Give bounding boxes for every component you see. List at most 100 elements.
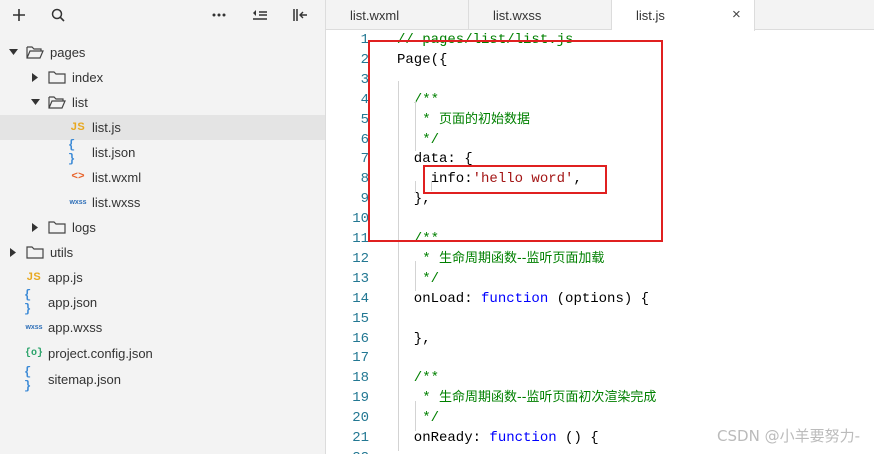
tab-list-wxml[interactable]: list.wxml bbox=[326, 0, 469, 30]
tree-item-label: app.js bbox=[48, 270, 83, 285]
tree-item-app-json[interactable]: { } app.json bbox=[0, 288, 325, 316]
code-line[interactable]: // pages/list/list.js bbox=[397, 31, 573, 50]
code-token: * bbox=[397, 111, 440, 128]
json-file-icon: { } bbox=[24, 365, 32, 393]
folder-icon bbox=[26, 245, 44, 259]
folder-open-icon bbox=[26, 45, 44, 59]
code-line[interactable]: data: { bbox=[397, 149, 473, 169]
code-token: */ bbox=[397, 410, 440, 427]
tree-item-label: list.json bbox=[92, 145, 136, 160]
folder-icon bbox=[48, 70, 66, 84]
watermark: CSDN @小羊要努力- bbox=[717, 427, 860, 445]
line-number: 17 bbox=[352, 350, 369, 367]
indent-guide bbox=[431, 181, 432, 191]
chevron-right-icon[interactable] bbox=[8, 247, 18, 257]
code-line[interactable]: /** bbox=[397, 229, 439, 249]
code-token: */ bbox=[397, 131, 440, 148]
code-token: (options) { bbox=[548, 290, 650, 307]
tab-list-js[interactable]: list.js × bbox=[612, 0, 755, 31]
split-icon[interactable] bbox=[289, 5, 311, 25]
code-token: 生命周期函数--监听页面加载 bbox=[439, 250, 605, 266]
code-token: , bbox=[573, 171, 582, 188]
line-number: 1 bbox=[360, 32, 369, 48]
code-line[interactable]: * 页面的初始数据 bbox=[397, 110, 530, 130]
tab-label: list.js bbox=[636, 8, 665, 23]
code-token: 生命周期函数--监听页面初次渲染完成 bbox=[439, 390, 657, 406]
code-line[interactable]: info:'hello word', bbox=[397, 169, 582, 189]
tree-item-list-wxml[interactable]: <> list.wxml bbox=[0, 165, 325, 190]
code-line[interactable]: /** bbox=[397, 90, 439, 110]
config-file-icon: {o} bbox=[24, 347, 43, 359]
code-line[interactable]: onLoad: function (options) { bbox=[397, 289, 649, 309]
tree-item-pages[interactable]: pages bbox=[0, 40, 325, 65]
file-explorer: pages index list JS list.js { } list.json <> lis… bbox=[0, 0, 326, 454]
tree-item-label: index bbox=[72, 70, 104, 85]
code-line[interactable]: */ bbox=[397, 130, 439, 150]
line-number: 12 bbox=[352, 250, 369, 267]
tree-item-list-json[interactable]: { } list.json bbox=[0, 138, 325, 166]
tree-item-index[interactable]: index bbox=[0, 65, 325, 90]
code-token: info: bbox=[397, 171, 473, 188]
tree-item-label: sitemap.json bbox=[48, 372, 121, 387]
tree-item-label: utils bbox=[50, 245, 74, 260]
chevron-down-icon[interactable] bbox=[30, 97, 40, 107]
code-token: /** bbox=[397, 231, 440, 247]
tab-label: list.wxss bbox=[493, 8, 542, 23]
wxss-file-icon: wxss bbox=[69, 198, 87, 206]
close-icon[interactable]: × bbox=[732, 6, 741, 23]
tree-item-list-wxss[interactable]: wxss list.wxss bbox=[0, 190, 325, 215]
tree-item-sitemap-json[interactable]: { } sitemap.json bbox=[0, 365, 325, 393]
wxml-file-icon: <> bbox=[71, 171, 85, 183]
line-number: 21 bbox=[352, 430, 369, 446]
chevron-right-icon[interactable] bbox=[30, 222, 40, 232]
code-line[interactable]: */ bbox=[397, 408, 439, 428]
line-number: 9 bbox=[360, 191, 369, 208]
line-number: 16 bbox=[352, 330, 369, 347]
tree-item-list-js[interactable]: JS list.js bbox=[0, 115, 325, 140]
search-icon[interactable] bbox=[47, 5, 69, 25]
code-token: /** bbox=[397, 370, 440, 387]
tree-item-utils[interactable]: utils bbox=[0, 240, 325, 265]
tree-item-label: app.wxss bbox=[48, 320, 103, 335]
tree-item-list[interactable]: list bbox=[0, 90, 325, 115]
chevron-down-icon[interactable] bbox=[8, 47, 18, 57]
tab-list-wxss[interactable]: list.wxss bbox=[469, 0, 612, 30]
indent-guide bbox=[415, 261, 416, 291]
code-token: () { bbox=[556, 430, 599, 446]
js-file-icon: JS bbox=[70, 121, 86, 133]
code-line[interactable]: */ bbox=[397, 269, 439, 289]
plus-icon[interactable] bbox=[8, 5, 30, 25]
code-editor[interactable]: 1 // pages/list/list.js 2 Page({3 4 /** 5 * 页… bbox=[327, 31, 874, 454]
tree-item-app-js[interactable]: JS app.js bbox=[0, 265, 325, 290]
code-token: onReady: bbox=[397, 430, 490, 446]
code-token: 页面的初始数据 bbox=[439, 111, 531, 127]
code-line[interactable]: }, bbox=[397, 189, 431, 209]
line-number: 3 bbox=[360, 71, 369, 88]
indent-guide bbox=[415, 101, 416, 151]
tree-item-app-wxss[interactable]: wxss app.wxss bbox=[0, 315, 325, 340]
more-icon[interactable] bbox=[208, 5, 230, 25]
line-number: 20 bbox=[352, 410, 369, 427]
chevron-right-icon[interactable] bbox=[30, 72, 40, 82]
tree-item-label: list.wxss bbox=[92, 195, 141, 210]
line-number: 14 bbox=[352, 290, 369, 307]
code-line[interactable]: * 生命周期函数--监听页面加载 bbox=[397, 249, 604, 269]
tree-item-label: list.wxml bbox=[92, 170, 142, 185]
code-line[interactable]: * 生命周期函数--监听页面初次渲染完成 bbox=[397, 388, 656, 408]
collapse-icon[interactable] bbox=[249, 5, 271, 25]
code-line[interactable]: }, bbox=[397, 329, 431, 349]
line-number: 13 bbox=[352, 270, 369, 287]
line-number: 15 bbox=[352, 310, 369, 327]
code-token: // pages/list/list.js bbox=[397, 32, 574, 48]
code-token: */ bbox=[397, 270, 440, 287]
editor-tabs: list.wxml list.wxss list.js × bbox=[326, 0, 874, 31]
tree-item-logs[interactable]: logs bbox=[0, 215, 325, 240]
indent-guide bbox=[415, 401, 416, 431]
line-number: 5 bbox=[360, 111, 369, 128]
indent-guide bbox=[415, 181, 416, 193]
code-line[interactable]: Page({ bbox=[397, 50, 447, 70]
code-line[interactable]: onReady: function () { bbox=[397, 428, 599, 448]
line-number: 6 bbox=[360, 131, 369, 148]
code-line[interactable]: /** bbox=[397, 368, 439, 388]
tree-item-project-config-json[interactable]: {o} project.config.json bbox=[0, 341, 325, 366]
